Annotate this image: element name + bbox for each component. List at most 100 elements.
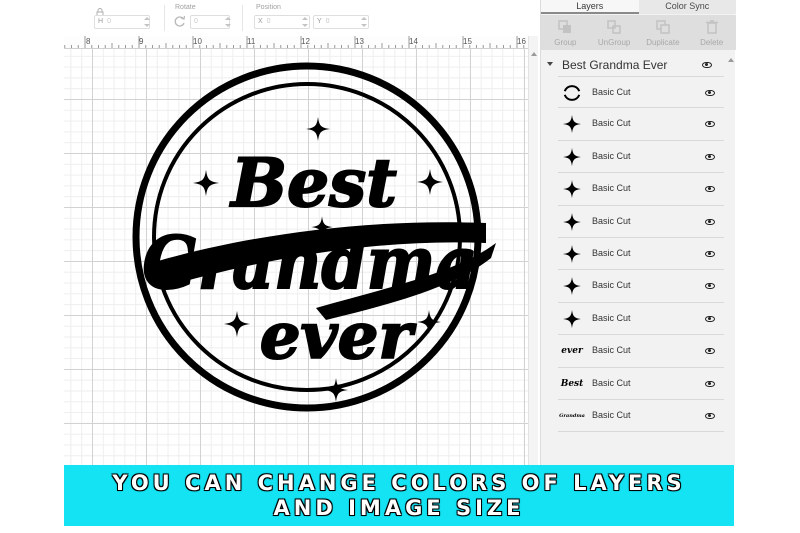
ruler-label: 8 [86, 37, 91, 46]
y-label: Y [317, 18, 322, 25]
sparkle-icon [562, 276, 582, 296]
horizontal-ruler: 8 9 10 11 12 13 14 15 16 [64, 36, 528, 49]
x-value: 0 [266, 18, 271, 25]
rotate-stepper[interactable] [224, 15, 232, 29]
artwork-line-grandma: Grandma [143, 220, 478, 305]
rotate-label: Rotate [175, 4, 196, 11]
ungroup-label: UnGroup [597, 38, 631, 47]
layer-row[interactable]: Basic Cut [558, 303, 724, 336]
layer-label: Basic Cut [592, 215, 631, 226]
layer-label: Basic Cut [592, 150, 631, 161]
layer-row[interactable]: Basic Cut [558, 206, 724, 238]
banner-line-2: AND IMAGE SIZE [273, 496, 525, 520]
delete-button[interactable]: Delete [687, 15, 736, 50]
eye-icon[interactable] [705, 380, 715, 387]
tab-color-sync[interactable]: Color Sync [638, 0, 736, 14]
banner-line-1: YOU CAN CHANGE COLORS OF LAYERS [112, 471, 686, 495]
layer-row[interactable]: Basic Cut [558, 141, 724, 174]
layer-label: Basic Cut [592, 409, 631, 420]
duplicate-label: Duplicate [646, 38, 680, 47]
layer-row[interactable]: ever Basic Cut [558, 335, 724, 368]
layer-row[interactable]: Basic Cut [558, 270, 724, 303]
layer-label: Basic Cut [592, 87, 631, 97]
x-stepper[interactable] [301, 15, 309, 29]
eye-icon[interactable] [705, 121, 715, 128]
top-toolbar: H0 Rotate 0 Position X0 Y0 [64, 0, 540, 36]
lock-icon[interactable] [96, 4, 104, 17]
sparkle-icon [324, 378, 348, 402]
sparkle-icon [562, 212, 582, 232]
eye-icon[interactable] [705, 283, 715, 290]
height-stepper[interactable] [143, 15, 151, 29]
layer-label: Basic Cut [592, 247, 631, 258]
layer-label: Basic Cut [592, 183, 631, 194]
ruler-label: 16 [517, 37, 526, 46]
layer-group-title: Best Grandma Ever [562, 58, 668, 72]
eye-icon[interactable] [705, 90, 715, 96]
group-icon [558, 20, 572, 37]
layer-row[interactable]: Grandma Basic Cut [558, 400, 724, 433]
sparkle-icon [223, 310, 251, 338]
layer-label: Basic Cut [592, 118, 631, 129]
ring-icon [562, 83, 582, 103]
eye-icon[interactable] [705, 315, 715, 322]
duplicate-icon [656, 20, 670, 37]
sparkle-icon [562, 309, 582, 329]
ruler-label: 15 [463, 37, 472, 46]
eye-icon[interactable] [705, 250, 715, 257]
ungroup-button[interactable]: UnGroup [590, 15, 639, 50]
caret-down-icon[interactable] [547, 62, 553, 66]
thumbnail-text: Grandma [559, 412, 585, 419]
y-stepper[interactable] [360, 15, 368, 29]
layer-list: Basic Cut Basic Cut Basic Cut Basic Cut … [558, 76, 724, 433]
ruler-label: 12 [301, 37, 310, 46]
rotate-icon [174, 15, 186, 28]
trash-icon [705, 20, 718, 37]
tab-layers[interactable]: Layers [541, 0, 639, 14]
layer-row[interactable]: Basic Cut [558, 173, 724, 206]
eye-icon[interactable] [702, 62, 712, 68]
eye-icon[interactable] [705, 412, 715, 419]
eye-icon[interactable] [705, 218, 715, 225]
sparkle-icon [562, 244, 582, 264]
toolbar-divider [164, 5, 165, 31]
artwork-line-ever: ever [260, 299, 417, 374]
promo-banner: YOU CAN CHANGE COLORS OF LAYERS AND IMAG… [64, 465, 734, 526]
sparkle-icon [562, 147, 582, 167]
ruler-label: 13 [355, 37, 364, 46]
eye-icon[interactable] [705, 348, 715, 355]
height-label: H [98, 18, 104, 25]
canvas-scrollbar[interactable] [528, 36, 538, 465]
thumbnail-text: Best [560, 378, 584, 389]
layer-label: Basic Cut [592, 345, 631, 356]
sparkle-icon [306, 117, 330, 141]
toolbar-divider [242, 5, 243, 31]
layer-label: Basic Cut [592, 377, 631, 388]
ruler-ticks [64, 36, 525, 48]
panel-scrollbar[interactable] [726, 55, 735, 460]
eye-icon[interactable] [705, 153, 715, 160]
layer-label: Basic Cut [592, 312, 631, 323]
best-grandma-ever-design[interactable]: Best Grandma ever [66, 58, 496, 463]
layer-row[interactable]: Basic Cut [558, 76, 724, 109]
ruler-label: 9 [139, 37, 144, 46]
layer-group-header[interactable]: Best Grandma Ever [541, 55, 726, 75]
eye-icon[interactable] [705, 186, 715, 193]
ruler-label: 14 [409, 37, 418, 46]
layer-thumbnail: ever [561, 341, 582, 361]
height-field[interactable]: H0 [94, 15, 150, 29]
sparkle-icon [562, 179, 582, 199]
group-button[interactable]: Group [541, 15, 590, 50]
rotate-value: 0 [194, 18, 198, 25]
layer-label: Basic Cut [592, 280, 631, 291]
ungroup-icon [607, 20, 621, 37]
delete-label: Delete [700, 38, 724, 47]
bottom-strip [64, 526, 734, 533]
layer-row[interactable]: Basic Cut [558, 238, 724, 271]
panel-tabs: Layers Color Sync [541, 0, 736, 14]
x-label: X [258, 18, 263, 25]
layer-row[interactable]: Best Basic Cut [558, 368, 724, 400]
layer-row[interactable]: Basic Cut [558, 108, 724, 141]
duplicate-button[interactable]: Duplicate [639, 15, 688, 50]
artwork-line-best: Best [229, 144, 396, 222]
